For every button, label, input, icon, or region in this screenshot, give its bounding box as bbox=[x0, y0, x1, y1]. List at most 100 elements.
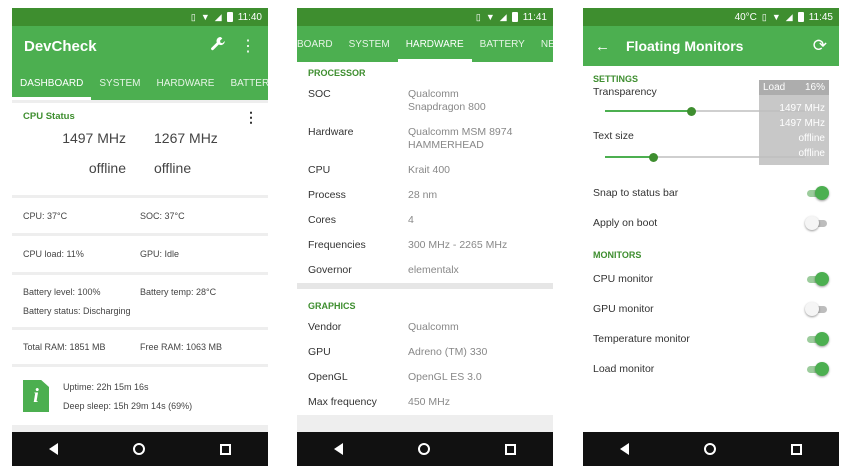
vibrate-icon: ▯ bbox=[761, 11, 767, 22]
info-key: Process bbox=[308, 189, 346, 201]
wifi-icon: ▼ bbox=[200, 11, 210, 22]
cpu-status-title: CPU Status bbox=[23, 111, 75, 122]
info-value: 300 MHz - 2265 MHz bbox=[408, 239, 508, 251]
core-freq: 1497 MHz bbox=[62, 130, 126, 146]
nav-recents-icon[interactable] bbox=[219, 443, 231, 455]
monitor-toggle[interactable] bbox=[805, 331, 829, 347]
info-key: Hardware bbox=[308, 126, 354, 138]
monitor-row[interactable]: Load monitor bbox=[593, 354, 829, 384]
info-value: Adreno (TM) 330 bbox=[408, 346, 488, 358]
info-value: Qualcomm Snapdragon 800 bbox=[408, 88, 486, 113]
tab-hardware[interactable]: HARDWARE bbox=[397, 26, 472, 62]
tab-system[interactable]: SYSTEM bbox=[91, 66, 148, 100]
nav-recents-icon[interactable] bbox=[504, 443, 516, 455]
toggle-label: Apply on boot bbox=[593, 217, 658, 229]
info-key: GPU bbox=[308, 346, 331, 358]
more-vert-icon[interactable]: ⋮ bbox=[244, 109, 258, 126]
info-key: OpenGL bbox=[308, 371, 348, 383]
info-key: Governor bbox=[308, 264, 352, 276]
floating-monitor-preview[interactable]: Load 16% 1497 MHz 1497 MHz offline offli… bbox=[759, 80, 829, 165]
info-row: Frequencies 300 MHz - 2265 MHz bbox=[308, 233, 542, 258]
info-row: Hardware Qualcomm MSM 8974 HAMMERHEAD bbox=[308, 120, 542, 158]
slider-thumb[interactable] bbox=[649, 153, 658, 162]
refresh-icon[interactable]: ⟳ bbox=[813, 36, 827, 56]
info-row: OpenGL OpenGL ES 3.0 bbox=[308, 365, 542, 390]
screen-floating-monitors: 40°C ▯ ▼ ◢ 11:45 ← Floating Monitors ⟳ S… bbox=[583, 8, 839, 466]
nav-bar bbox=[297, 432, 553, 466]
info-row: Process 28 nm bbox=[308, 183, 542, 208]
deep-sleep: Deep sleep: 15h 29m 14s (69%) bbox=[63, 400, 193, 411]
monitors-header: MONITORS bbox=[593, 250, 642, 260]
tab-system[interactable]: SYSTEM bbox=[341, 26, 398, 62]
nav-recents-icon[interactable] bbox=[790, 443, 802, 455]
wifi-icon: ▼ bbox=[771, 11, 781, 22]
processor-section: PROCESSOR SOC Qualcomm Snapdragon 800 Hard… bbox=[297, 62, 553, 283]
tab-bar: BOARD SYSTEM HARDWARE BATTERY NETW bbox=[297, 26, 553, 62]
nav-bar bbox=[583, 432, 839, 466]
screen-dashboard: ▯ ▼ ◢ 11:40 DevCheck ⋮ DASHBOARD SYSTEM … bbox=[12, 8, 268, 466]
status-bar: 40°C ▯ ▼ ◢ 11:45 bbox=[583, 8, 839, 26]
info-value: OpenGL ES 3.0 bbox=[408, 371, 482, 383]
monitor-toggle[interactable] bbox=[805, 301, 829, 317]
cpu-freq-grid: 1497 MHz 1267 MHz offline offline bbox=[23, 130, 257, 176]
snap-to-status-bar-row[interactable]: Snap to status bar bbox=[593, 178, 829, 208]
nav-back-icon[interactable] bbox=[334, 443, 344, 455]
overlay-line: offline bbox=[798, 133, 825, 144]
nav-home-icon[interactable] bbox=[132, 443, 145, 455]
status-time: 11:45 bbox=[808, 11, 833, 23]
tab-network[interactable]: NETW bbox=[533, 26, 553, 62]
info-key: Vendor bbox=[308, 321, 342, 333]
vibrate-icon: ▯ bbox=[475, 11, 481, 22]
info-key: SOC bbox=[308, 88, 331, 100]
info-row: Vendor Qualcomm bbox=[308, 315, 542, 340]
boot-toggle[interactable] bbox=[805, 215, 829, 231]
tab-hardware[interactable]: HARDWARE bbox=[148, 66, 222, 100]
overlay-load-value: 16% bbox=[804, 82, 825, 93]
apply-on-boot-row[interactable]: Apply on boot bbox=[593, 208, 829, 238]
tab-battery[interactable]: BATTERY bbox=[222, 66, 268, 100]
monitor-row[interactable]: Temperature monitor bbox=[593, 324, 829, 354]
back-arrow-icon[interactable]: ← bbox=[595, 38, 610, 55]
status-bar: ▯ ▼ ◢ 11:41 bbox=[297, 8, 553, 26]
info-row: Max frequency 450 MHz bbox=[308, 390, 542, 415]
tab-bar: DASHBOARD SYSTEM HARDWARE BATTERY bbox=[12, 66, 268, 100]
more-vert-icon[interactable]: ⋮ bbox=[240, 36, 256, 56]
monitor-row[interactable]: CPU monitor bbox=[593, 264, 829, 294]
overlay-load-label: Load bbox=[763, 82, 786, 93]
info-key: Cores bbox=[308, 214, 337, 226]
battery-status: Battery status: Discharging bbox=[23, 306, 131, 316]
battery-icon bbox=[797, 12, 804, 22]
battery-level: Battery level: 100% bbox=[23, 287, 101, 297]
snap-toggle[interactable] bbox=[805, 185, 829, 201]
nav-back-icon[interactable] bbox=[49, 443, 59, 455]
battery-card: Battery level: 100% Battery temp: 28°C B… bbox=[12, 275, 268, 327]
battery-icon bbox=[226, 12, 233, 22]
slider-thumb[interactable] bbox=[687, 107, 696, 116]
battery-temp: Battery temp: 28°C bbox=[140, 287, 217, 297]
nav-back-icon[interactable] bbox=[620, 443, 630, 455]
load-card: CPU load: 11% GPU: Idle bbox=[12, 236, 268, 272]
graphics-header: GRAPHICS bbox=[308, 301, 356, 311]
info-row: Governor elementalx bbox=[308, 258, 542, 283]
tab-battery[interactable]: BATTERY bbox=[472, 26, 533, 62]
monitor-label: GPU monitor bbox=[593, 303, 654, 315]
info-row: GPU Adreno (TM) 330 bbox=[308, 340, 542, 365]
nav-home-icon[interactable] bbox=[703, 443, 716, 455]
cpu-status-card: CPU Status ⋮ 1497 MHz 1267 MHz offline o… bbox=[12, 103, 268, 195]
monitor-toggle[interactable] bbox=[805, 271, 829, 287]
info-value: Qualcomm MSM 8974 HAMMERHEAD bbox=[408, 126, 513, 151]
nav-home-icon[interactable] bbox=[417, 443, 430, 455]
screen-hardware: ▯ ▼ ◢ 11:41 BOARD SYSTEM HARDWARE BATTER… bbox=[297, 8, 553, 466]
nav-bar bbox=[12, 432, 268, 466]
monitor-row[interactable]: GPU monitor bbox=[593, 294, 829, 324]
core-freq: offline bbox=[154, 160, 192, 176]
app-bar: ← Floating Monitors ⟳ bbox=[583, 26, 839, 66]
monitor-toggle[interactable] bbox=[805, 361, 829, 377]
tab-dashboard[interactable]: BOARD bbox=[297, 26, 341, 62]
uptime: Uptime: 22h 15m 16s bbox=[63, 381, 149, 392]
gpu-load: GPU: Idle bbox=[140, 249, 180, 259]
wrench-icon[interactable] bbox=[210, 36, 226, 57]
tab-dashboard[interactable]: DASHBOARD bbox=[12, 66, 92, 100]
info-value: 4 bbox=[408, 214, 414, 226]
cpu-load: CPU load: 11% bbox=[23, 249, 84, 259]
